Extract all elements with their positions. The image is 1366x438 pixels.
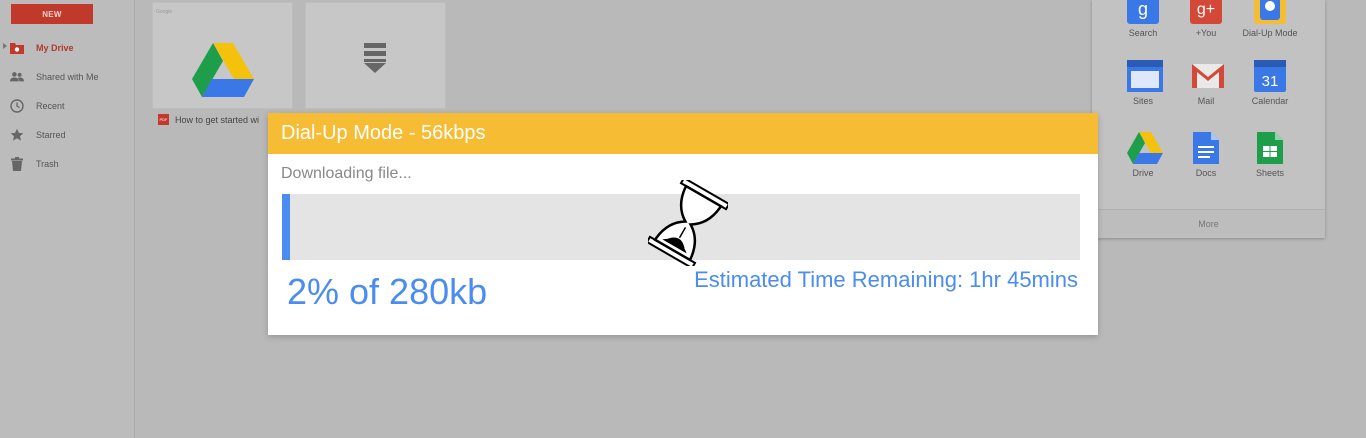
- apps-more-button[interactable]: More: [1092, 209, 1325, 238]
- people-icon: [10, 70, 24, 84]
- expand-caret-icon[interactable]: [3, 43, 7, 49]
- sidebar-item-starred[interactable]: Starred: [0, 120, 134, 149]
- clock-icon: [10, 98, 24, 113]
- google-plus-icon: g+: [1190, 0, 1222, 24]
- apps-launcher: g Search g+ +You Dial-Up Mode Sites Mail…: [1092, 0, 1325, 238]
- file-name: How to get started wi: [175, 114, 260, 125]
- app-label: Drive: [1132, 168, 1154, 178]
- tile-label: Google: [156, 9, 173, 15]
- sidebar-item-label: Trash: [36, 158, 59, 169]
- sidebar-item-label: My Drive: [36, 42, 74, 53]
- dialup-mode-icon: [1254, 0, 1286, 24]
- svg-text:g: g: [1138, 0, 1148, 19]
- sheets-icon: [1254, 132, 1286, 164]
- pdf-icon: PDF: [158, 114, 169, 125]
- docs-icon: [1190, 132, 1222, 164]
- calendar-icon: 31: [1254, 60, 1286, 92]
- sites-icon: [1127, 60, 1163, 92]
- download-stack-icon: [364, 43, 386, 73]
- app-label: Search: [1128, 28, 1158, 38]
- trash-icon: [10, 156, 24, 171]
- drive-logo-icon: [192, 43, 254, 97]
- sidebar-item-label: Shared with Me: [36, 71, 99, 82]
- sidebar: NEW My Drive Shared with Me Recent Starr…: [0, 0, 135, 438]
- app-sheets[interactable]: Sheets: [1230, 132, 1310, 178]
- progress-fill: [282, 194, 290, 260]
- sidebar-item-label: Starred: [36, 129, 66, 140]
- progress-percent-text: 2% of 280kb: [287, 271, 488, 312]
- gmail-icon: [1190, 60, 1224, 92]
- file-tile-drive-guide[interactable]: Google: [152, 2, 293, 109]
- drive-folder-icon: [10, 41, 24, 55]
- app-calendar[interactable]: 31 Calendar: [1230, 60, 1310, 106]
- app-label: Mail: [1197, 96, 1215, 106]
- file-tile-download[interactable]: [305, 2, 446, 109]
- sidebar-item-my-drive[interactable]: My Drive: [0, 33, 134, 62]
- google-search-icon: g: [1127, 0, 1159, 24]
- dialog-title: Dial-Up Mode - 56kbps: [268, 113, 1098, 154]
- app-label: Docs: [1195, 168, 1217, 178]
- download-status: Downloading file...: [281, 165, 412, 182]
- svg-text:g+: g+: [1197, 1, 1215, 18]
- sidebar-item-shared-with-me[interactable]: Shared with Me: [0, 62, 134, 91]
- calendar-badge: 31: [1262, 73, 1279, 90]
- star-icon: [10, 128, 24, 142]
- sidebar-item-recent[interactable]: Recent: [0, 91, 134, 120]
- app-label: +You: [1195, 28, 1217, 38]
- drive-icon: [1127, 132, 1163, 164]
- app-label: Dial-Up Mode: [1242, 28, 1298, 38]
- sidebar-item-label: Recent: [36, 100, 65, 111]
- file-caption[interactable]: PDF How to get started wi: [158, 114, 268, 125]
- sidebar-item-trash[interactable]: Trash: [0, 149, 134, 178]
- app-label: Sheets: [1255, 168, 1285, 178]
- sidebar-nav: My Drive Shared with Me Recent Starred T…: [0, 33, 134, 178]
- estimated-time-text: Estimated Time Remaining: 1hr 45mins: [694, 267, 1078, 292]
- app-label: Calendar: [1251, 96, 1289, 106]
- app-label: Sites: [1132, 96, 1153, 106]
- hourglass-busy-icon: [648, 180, 728, 266]
- new-button[interactable]: NEW: [11, 4, 93, 24]
- app-dial-up-mode[interactable]: Dial-Up Mode: [1230, 0, 1310, 38]
